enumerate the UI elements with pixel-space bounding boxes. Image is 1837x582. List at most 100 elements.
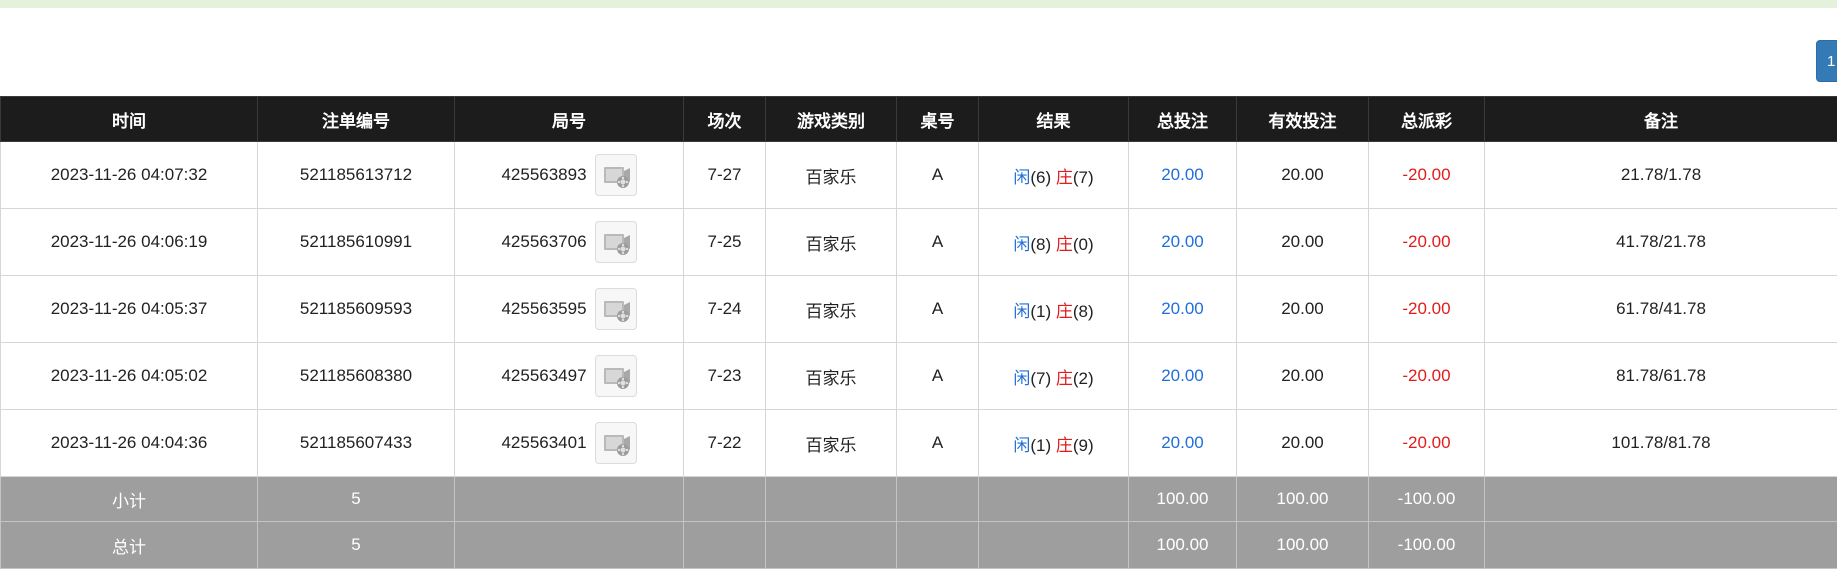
video-replay-icon[interactable]	[594, 422, 637, 464]
round-number: 425563401	[501, 433, 587, 452]
video-replay-icon[interactable]	[594, 221, 637, 263]
grand-total-empty-cell	[978, 521, 1129, 569]
cell-game-type: 百家乐	[765, 275, 897, 343]
grand-total-empty-cell	[683, 521, 766, 569]
cell-total-bet: 20.00	[1128, 275, 1237, 343]
header-round: 局号	[454, 96, 684, 142]
cell-session: 7-24	[683, 275, 766, 343]
header-result: 结果	[978, 96, 1129, 142]
result-player-score: (6)	[1030, 167, 1052, 187]
grand-total-empty-cell	[765, 521, 897, 569]
cell-game-type: 百家乐	[765, 208, 897, 276]
cell-round: 425563595	[454, 275, 684, 343]
cell-valid-bet: 20.00	[1236, 141, 1369, 209]
cell-total-payout: -20.00	[1368, 141, 1485, 209]
top-banner-strip	[0, 0, 1837, 8]
result-banker-score: (2)	[1072, 368, 1094, 388]
grand-total-total-bet: 100.00	[1128, 521, 1237, 569]
cell-round: 425563706	[454, 208, 684, 276]
result-player-score: (7)	[1030, 368, 1052, 388]
cell-valid-bet: 20.00	[1236, 409, 1369, 477]
cell-total-payout: -20.00	[1368, 342, 1485, 410]
cell-result: 闲(7) 庄(2)	[978, 342, 1129, 410]
cell-note: 41.78/21.78	[1484, 208, 1837, 276]
video-replay-icon[interactable]	[594, 154, 637, 196]
result-banker-label: 庄	[1055, 435, 1073, 455]
result-banker-score: (0)	[1072, 234, 1094, 254]
result-player-label: 闲	[1013, 435, 1031, 455]
grand-total-empty-cell	[896, 521, 979, 569]
cell-total-bet: 20.00	[1128, 141, 1237, 209]
header-note: 备注	[1484, 96, 1837, 142]
subtotal-total-bet: 100.00	[1128, 476, 1237, 522]
bet-records-table: 时间 注单编号 局号 场次 游戏类别 桌号 结果 总投注 有效投注 总派彩 备注…	[0, 96, 1837, 569]
bet-records-table-container: 时间 注单编号 局号 场次 游戏类别 桌号 结果 总投注 有效投注 总派彩 备注…	[0, 96, 1837, 569]
cell-session: 7-22	[683, 409, 766, 477]
cell-valid-bet: 20.00	[1236, 342, 1369, 410]
subtotal-empty-cell	[765, 476, 897, 522]
header-game-type: 游戏类别	[765, 96, 897, 142]
result-banker-score: (8)	[1072, 301, 1094, 321]
cell-total-payout: -20.00	[1368, 208, 1485, 276]
subtotal-empty-cell	[978, 476, 1129, 522]
cell-bet-id: 521185608380	[257, 342, 455, 410]
subtotal-count: 5	[257, 476, 455, 522]
cell-note: 101.78/81.78	[1484, 409, 1837, 477]
cell-total-payout: -20.00	[1368, 275, 1485, 343]
result-banker-score: (9)	[1072, 435, 1094, 455]
result-banker-label: 庄	[1055, 167, 1073, 187]
grand-total-label: 总计	[0, 521, 258, 569]
cell-table-no: A	[896, 141, 979, 209]
cell-game-type: 百家乐	[765, 342, 897, 410]
round-number: 425563706	[501, 232, 587, 251]
cell-bet-id: 521185610991	[257, 208, 455, 276]
cell-round: 425563401	[454, 409, 684, 477]
cell-table-no: A	[896, 208, 979, 276]
cell-total-bet: 20.00	[1128, 208, 1237, 276]
round-number: 425563497	[501, 366, 587, 385]
pagination-page-button[interactable]: 1	[1816, 40, 1837, 82]
header-table-no: 桌号	[896, 96, 979, 142]
subtotal-empty-cell	[683, 476, 766, 522]
grand-total-empty-cell	[1484, 521, 1837, 569]
result-player-score: (8)	[1030, 234, 1052, 254]
result-player-label: 闲	[1013, 167, 1031, 187]
result-player-label: 闲	[1013, 301, 1031, 321]
grand-total-empty-cell	[454, 521, 684, 569]
cell-game-type: 百家乐	[765, 409, 897, 477]
grand-total-valid-bet: 100.00	[1236, 521, 1369, 569]
result-banker-label: 庄	[1055, 301, 1073, 321]
cell-total-bet: 20.00	[1128, 342, 1237, 410]
cell-note: 81.78/61.78	[1484, 342, 1837, 410]
subtotal-payout: -100.00	[1368, 476, 1485, 522]
video-replay-icon[interactable]	[594, 288, 637, 330]
cell-note: 21.78/1.78	[1484, 141, 1837, 209]
grand-total-row: 总计 5 100.00 100.00 -100.00	[0, 521, 1837, 569]
cell-round: 425563893	[454, 141, 684, 209]
table-row: 2023-11-26 04:05:02 521185608380 4255634…	[0, 342, 1837, 410]
subtotal-row: 小计 5 100.00 100.00 -100.00	[0, 476, 1837, 522]
grand-total-payout: -100.00	[1368, 521, 1485, 569]
cell-total-payout: -20.00	[1368, 409, 1485, 477]
result-banker-label: 庄	[1055, 368, 1073, 388]
cell-session: 7-23	[683, 342, 766, 410]
cell-time: 2023-11-26 04:04:36	[0, 409, 258, 477]
cell-bet-id: 521185609593	[257, 275, 455, 343]
result-player-score: (1)	[1030, 301, 1052, 321]
cell-time: 2023-11-26 04:06:19	[0, 208, 258, 276]
cell-game-type: 百家乐	[765, 141, 897, 209]
cell-session: 7-27	[683, 141, 766, 209]
table-row: 2023-11-26 04:04:36 521185607433 4255634…	[0, 409, 1837, 477]
header-bet-id: 注单编号	[257, 96, 455, 142]
cell-valid-bet: 20.00	[1236, 275, 1369, 343]
cell-table-no: A	[896, 275, 979, 343]
round-number: 425563595	[501, 299, 587, 318]
result-player-label: 闲	[1013, 368, 1031, 388]
header-total-payout: 总派彩	[1368, 96, 1485, 142]
table-row: 2023-11-26 04:07:32 521185613712 4255638…	[0, 141, 1837, 209]
cell-valid-bet: 20.00	[1236, 208, 1369, 276]
header-session: 场次	[683, 96, 766, 142]
cell-round: 425563497	[454, 342, 684, 410]
video-replay-icon[interactable]	[594, 355, 637, 397]
cell-time: 2023-11-26 04:05:37	[0, 275, 258, 343]
